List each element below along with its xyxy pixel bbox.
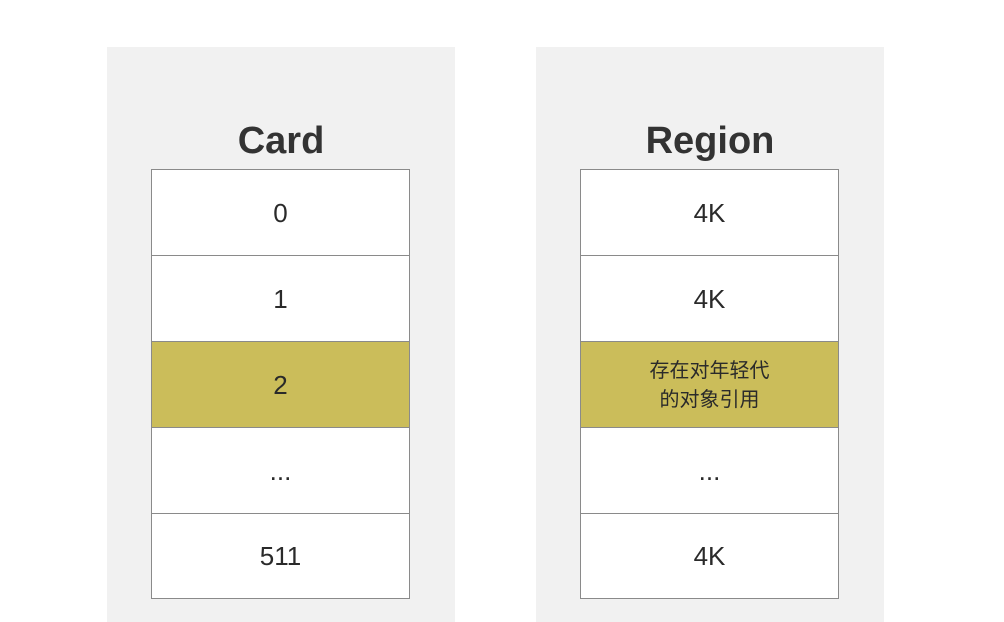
- region-cell-0: 4K: [581, 170, 838, 256]
- card-cell-0: 0: [152, 170, 409, 256]
- card-cell-2-highlighted: 2: [152, 342, 409, 428]
- card-title: Card: [237, 120, 325, 162]
- card-panel: Card 0 1 2 ... 511: [107, 47, 455, 622]
- region-cell-1: 4K: [581, 256, 838, 342]
- region-title: Region: [645, 120, 775, 162]
- region-panel: Region 4K 4K 存在对年轻代 的对象引用 ... 4K: [536, 47, 884, 622]
- card-cell-ellipsis: ...: [152, 428, 409, 514]
- region-cell-2-highlighted: 存在对年轻代 的对象引用: [581, 342, 838, 428]
- card-cell-1: 1: [152, 256, 409, 342]
- region-cell-last: 4K: [581, 514, 838, 598]
- card-cell-stack: 0 1 2 ... 511: [151, 169, 410, 599]
- card-cell-511: 511: [152, 514, 409, 598]
- region-cell-ellipsis: ...: [581, 428, 838, 514]
- region-cell-stack: 4K 4K 存在对年轻代 的对象引用 ... 4K: [580, 169, 839, 599]
